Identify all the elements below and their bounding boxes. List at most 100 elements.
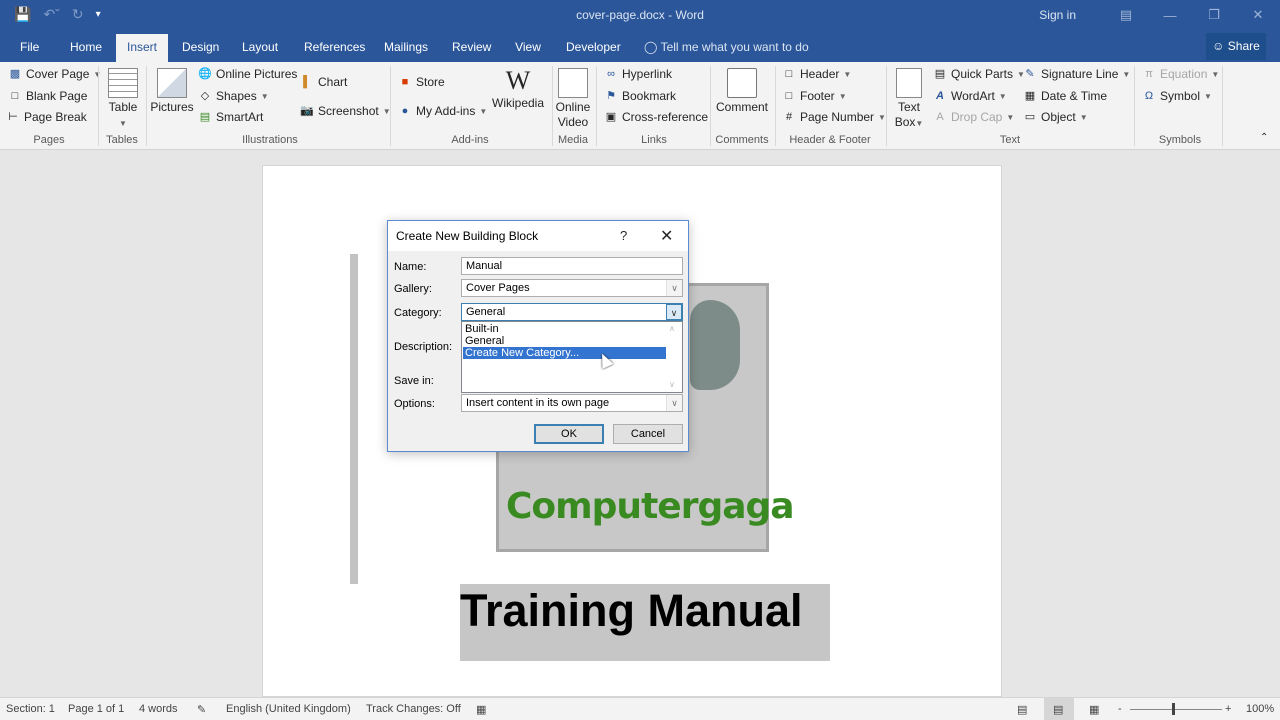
category-option-create-new[interactable]: Create New Category... (463, 347, 666, 359)
online-video-button[interactable]: Online Video (554, 68, 592, 130)
zoom-level[interactable]: 100% (1246, 703, 1274, 715)
text-box-button[interactable]: Text Box▼ (892, 68, 926, 131)
wikipedia-button[interactable]: W Wikipedia (492, 66, 544, 111)
section-indicator[interactable]: Section: 1 (6, 703, 55, 715)
header-button[interactable]: □ Header ▼ (782, 67, 852, 81)
zoom-out-button[interactable]: - (1118, 703, 1122, 715)
category-option[interactable]: Built-in (463, 323, 666, 335)
page-break-button[interactable]: ⊢ Page Break (6, 110, 87, 124)
zoom-slider-thumb[interactable] (1172, 703, 1175, 715)
scroll-down-icon[interactable]: ∨ (669, 380, 675, 389)
cancel-button[interactable]: Cancel (613, 424, 683, 444)
tab-mailings[interactable]: Mailings (378, 34, 434, 62)
chevron-down-icon[interactable]: ∨ (666, 395, 682, 411)
tab-review[interactable]: Review (446, 34, 496, 62)
drop-cap-button[interactable]: A Drop Cap ▼ (933, 110, 1014, 124)
group-separator (98, 66, 99, 146)
tab-layout[interactable]: Layout (236, 34, 284, 62)
cross-reference-button[interactable]: ▣ Cross-reference (604, 110, 708, 124)
group-separator (552, 66, 553, 146)
tab-developer[interactable]: Developer (560, 34, 624, 62)
group-separator (886, 66, 887, 146)
store-button[interactable]: ■ Store (398, 75, 445, 89)
share-button[interactable]: ☺ Share (1206, 33, 1266, 60)
document-heading[interactable]: Training Manual (460, 585, 803, 637)
dialog-close-icon[interactable]: ✕ (660, 226, 673, 246)
chart-button[interactable]: ▌ Chart (300, 75, 347, 89)
zoom-slider[interactable] (1130, 709, 1222, 710)
restore-icon[interactable]: ❐ (1192, 7, 1236, 23)
equation-button[interactable]: π Equation ▼ (1142, 67, 1219, 81)
blank-page-button[interactable]: □ Blank Page (8, 89, 88, 103)
category-select[interactable]: General ∨ (461, 303, 683, 321)
group-label-header-footer: Header & Footer (789, 134, 871, 146)
comment-button[interactable]: Comment (714, 68, 770, 115)
smartart-button[interactable]: ▤ SmartArt (198, 110, 264, 124)
online-pictures-button[interactable]: 🌐 Online Pictures (198, 67, 297, 81)
tab-file[interactable]: File (14, 34, 44, 62)
name-label: Name: (394, 261, 427, 273)
group-separator (1134, 66, 1135, 146)
group-separator (596, 66, 597, 146)
page-number-button[interactable]: # Page Number ▼ (782, 110, 886, 124)
help-icon[interactable]: ? (620, 228, 627, 243)
ribbon-insert: ▩Cover Page▼ □Blank Page ⊢Page Break Pag… (0, 62, 1280, 150)
quick-parts-icon: ▤ (934, 68, 946, 80)
language-indicator[interactable]: English (United Kingdom) (226, 703, 351, 715)
macro-recording-icon[interactable]: ▦ (476, 703, 486, 716)
tab-home[interactable]: Home (64, 34, 108, 62)
chart-icon: ▌ (303, 76, 311, 88)
word-count[interactable]: 4 words (139, 703, 178, 715)
track-changes-indicator[interactable]: Track Changes: Off (366, 703, 461, 715)
object-button[interactable]: ▭ Object ▼ (1023, 110, 1088, 124)
dropdown-scrollbar[interactable]: ∧ ∨ (666, 322, 682, 392)
options-select[interactable]: Insert content in its own page ∨ (461, 394, 683, 412)
screenshot-button[interactable]: 📷 Screenshot ▼ (300, 104, 390, 118)
group-label-links: Links (641, 134, 667, 146)
bookmark-button[interactable]: ⚑ Bookmark (604, 89, 676, 103)
tab-design[interactable]: Design (176, 34, 224, 62)
collapse-ribbon-icon[interactable]: ⌃ (1260, 132, 1268, 143)
wordart-button[interactable]: A WordArt ▼ (933, 89, 1007, 103)
proofing-icon[interactable]: ✎ (197, 703, 206, 716)
ribbon-display-options-icon[interactable]: ▤ (1104, 7, 1148, 23)
print-layout-icon[interactable]: ▤ (1053, 703, 1063, 716)
page-indicator[interactable]: Page 1 of 1 (68, 703, 124, 715)
my-addins-button[interactable]: ● My Add-ins ▼ (398, 104, 488, 118)
chevron-down-icon[interactable]: ∨ (666, 304, 682, 320)
cover-page-button[interactable]: ▩Cover Page▼ (8, 67, 102, 81)
cover-sidebar-shape (350, 254, 358, 584)
sign-in-link[interactable]: Sign in (1039, 8, 1076, 22)
chevron-down-icon[interactable]: ∨ (666, 280, 682, 296)
pictures-button[interactable]: Pictures (150, 68, 194, 115)
group-label-pages: Pages (33, 134, 65, 146)
page-break-icon: ⊢ (8, 111, 18, 123)
read-mode-icon[interactable]: ▤ (1017, 703, 1027, 716)
symbol-button[interactable]: Ω Symbol ▼ (1142, 89, 1212, 103)
gallery-select[interactable]: Cover Pages ∨ (461, 279, 683, 297)
text-box-icon (896, 68, 922, 98)
minimize-icon[interactable]: — (1148, 8, 1192, 23)
close-icon[interactable]: ✕ (1236, 7, 1280, 23)
tab-insert[interactable]: Insert (116, 34, 168, 62)
quick-parts-button[interactable]: ▤ Quick Parts ▼ (933, 67, 1025, 81)
table-button[interactable]: Table ▼ (104, 68, 142, 131)
category-option[interactable]: General (463, 335, 666, 347)
comment-icon (727, 68, 757, 98)
person-add-icon: ☺ (1212, 39, 1225, 53)
pictures-icon (157, 68, 187, 98)
shapes-button[interactable]: ◇ Shapes ▼ (198, 89, 269, 103)
hyperlink-icon: ∞ (607, 68, 615, 80)
tab-references[interactable]: References (298, 34, 365, 62)
date-time-button[interactable]: ▦ Date & Time (1023, 89, 1107, 103)
signature-line-button[interactable]: ✎ Signature Line ▼ (1023, 67, 1130, 81)
web-layout-icon[interactable]: ▦ (1089, 703, 1099, 716)
tell-me-search[interactable]: ◯ Tell me what you want to do (644, 40, 809, 54)
name-input[interactable]: Manual (461, 257, 683, 275)
hyperlink-button[interactable]: ∞ Hyperlink (604, 67, 672, 81)
tab-view[interactable]: View (508, 34, 548, 62)
scroll-up-icon[interactable]: ∧ (669, 324, 675, 333)
ok-button[interactable]: OK (534, 424, 604, 444)
zoom-in-button[interactable]: + (1225, 703, 1231, 715)
footer-button[interactable]: □ Footer ▼ (782, 89, 847, 103)
